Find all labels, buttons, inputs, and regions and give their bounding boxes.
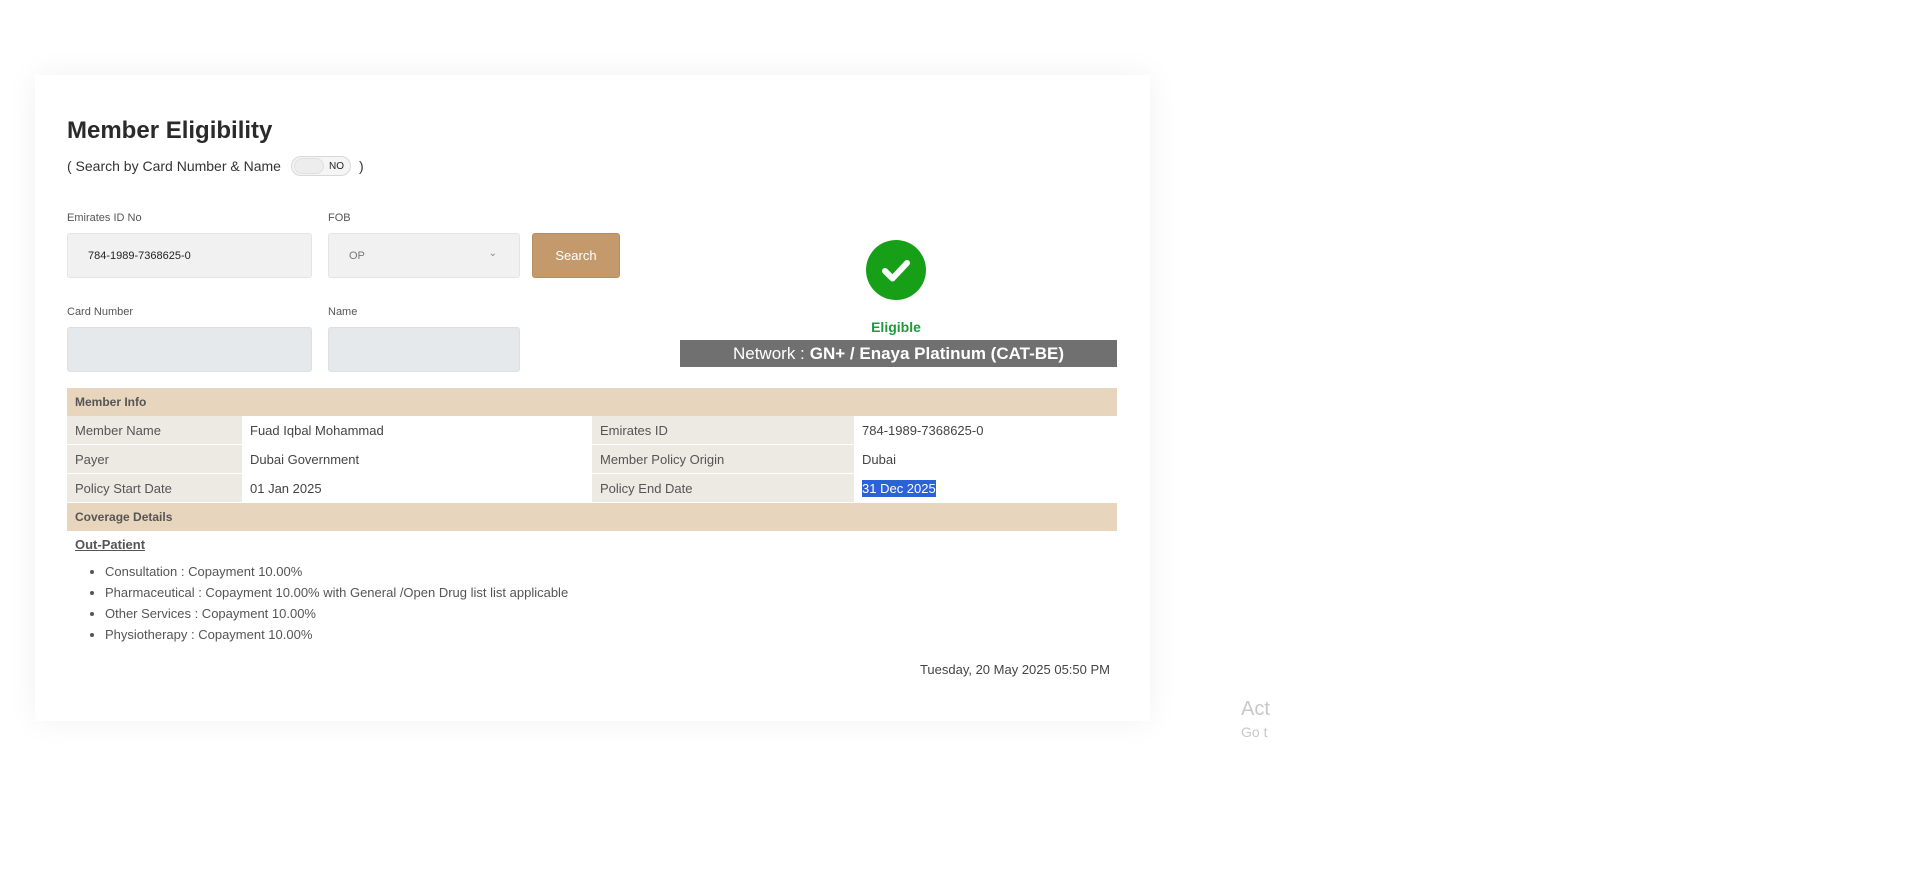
out-patient-link[interactable]: Out-Patient: [75, 537, 145, 552]
emirates-id-value: 784-1989-7368625-0: [88, 249, 191, 262]
fob-label: FOB: [328, 212, 351, 224]
card-number-input[interactable]: [67, 327, 312, 372]
selected-text: 31 Dec 2025: [862, 480, 936, 497]
emirates-id-label: Emirates ID No: [67, 212, 142, 224]
watermark-line-1: Act: [1241, 698, 1270, 720]
info-key: Member Name: [67, 416, 242, 445]
info-key: Policy Start Date: [67, 474, 242, 503]
info-value: Dubai Government: [242, 445, 592, 474]
table-row: Policy Start Date 01 Jan 2025 Policy End…: [67, 474, 1117, 503]
network-banner: Network : GN+ / Enaya Platinum (CAT-BE): [680, 340, 1117, 367]
activate-windows-watermark: Act Go t: [1241, 698, 1270, 740]
search-mode-line: ( Search by Card Number & Name NO ): [67, 156, 364, 176]
info-value: 31 Dec 2025: [854, 474, 1117, 503]
chevron-down-icon: ⌄: [488, 248, 497, 259]
member-info-header: Member Info: [67, 388, 1117, 416]
fob-selected-value: OP: [349, 249, 365, 262]
info-key: Policy End Date: [592, 474, 854, 503]
info-key: Member Policy Origin: [592, 445, 854, 474]
toggle-state-text: NO: [328, 160, 344, 172]
watermark-line-2: Go t: [1241, 724, 1268, 740]
table-row: Payer Dubai Government Member Policy Ori…: [67, 445, 1117, 474]
table-row: Member Name Fuad Iqbal Mohammad Emirates…: [67, 416, 1117, 445]
list-item: Pharmaceutical : Copayment 10.00% with G…: [105, 582, 568, 603]
info-key: Emirates ID: [592, 416, 854, 445]
list-item: Consultation : Copayment 10.00%: [105, 561, 568, 582]
info-value: 784-1989-7368625-0: [854, 416, 1117, 445]
info-value: Dubai: [854, 445, 1117, 474]
coverage-details-header: Coverage Details: [67, 503, 1117, 531]
name-input[interactable]: [328, 327, 520, 372]
timestamp: Tuesday, 20 May 2025 05:50 PM: [919, 662, 1110, 677]
list-item: Physiotherapy : Copayment 10.00%: [105, 624, 568, 645]
coverage-list: Consultation : Copayment 10.00% Pharmace…: [105, 561, 568, 645]
search-mode-toggle[interactable]: NO: [290, 156, 351, 176]
network-prefix: Network :: [732, 343, 805, 363]
search-mode-label: ( Search by Card Number & Name: [67, 158, 281, 174]
eligibility-status: Eligible: [871, 319, 921, 335]
search-mode-close-paren: ): [358, 158, 364, 174]
eligibility-card: Member Eligibility ( Search by Card Numb…: [35, 75, 1150, 721]
list-item: Other Services : Copayment 10.00%: [105, 603, 568, 624]
emirates-id-input[interactable]: 784-1989-7368625-0: [67, 233, 312, 278]
card-number-label: Card Number: [67, 306, 134, 318]
check-circle-icon: [866, 240, 926, 300]
info-value: 01 Jan 2025: [242, 474, 592, 503]
name-label: Name: [328, 306, 358, 318]
info-key: Payer: [67, 445, 242, 474]
fob-select[interactable]: OP ⌄: [328, 233, 520, 278]
info-value: Fuad Iqbal Mohammad: [242, 416, 592, 445]
toggle-knob: [293, 158, 324, 174]
search-button[interactable]: Search: [532, 233, 620, 278]
page-title: Member Eligibility: [67, 117, 273, 144]
network-value: GN+ / Enaya Platinum (CAT-BE): [809, 343, 1065, 363]
